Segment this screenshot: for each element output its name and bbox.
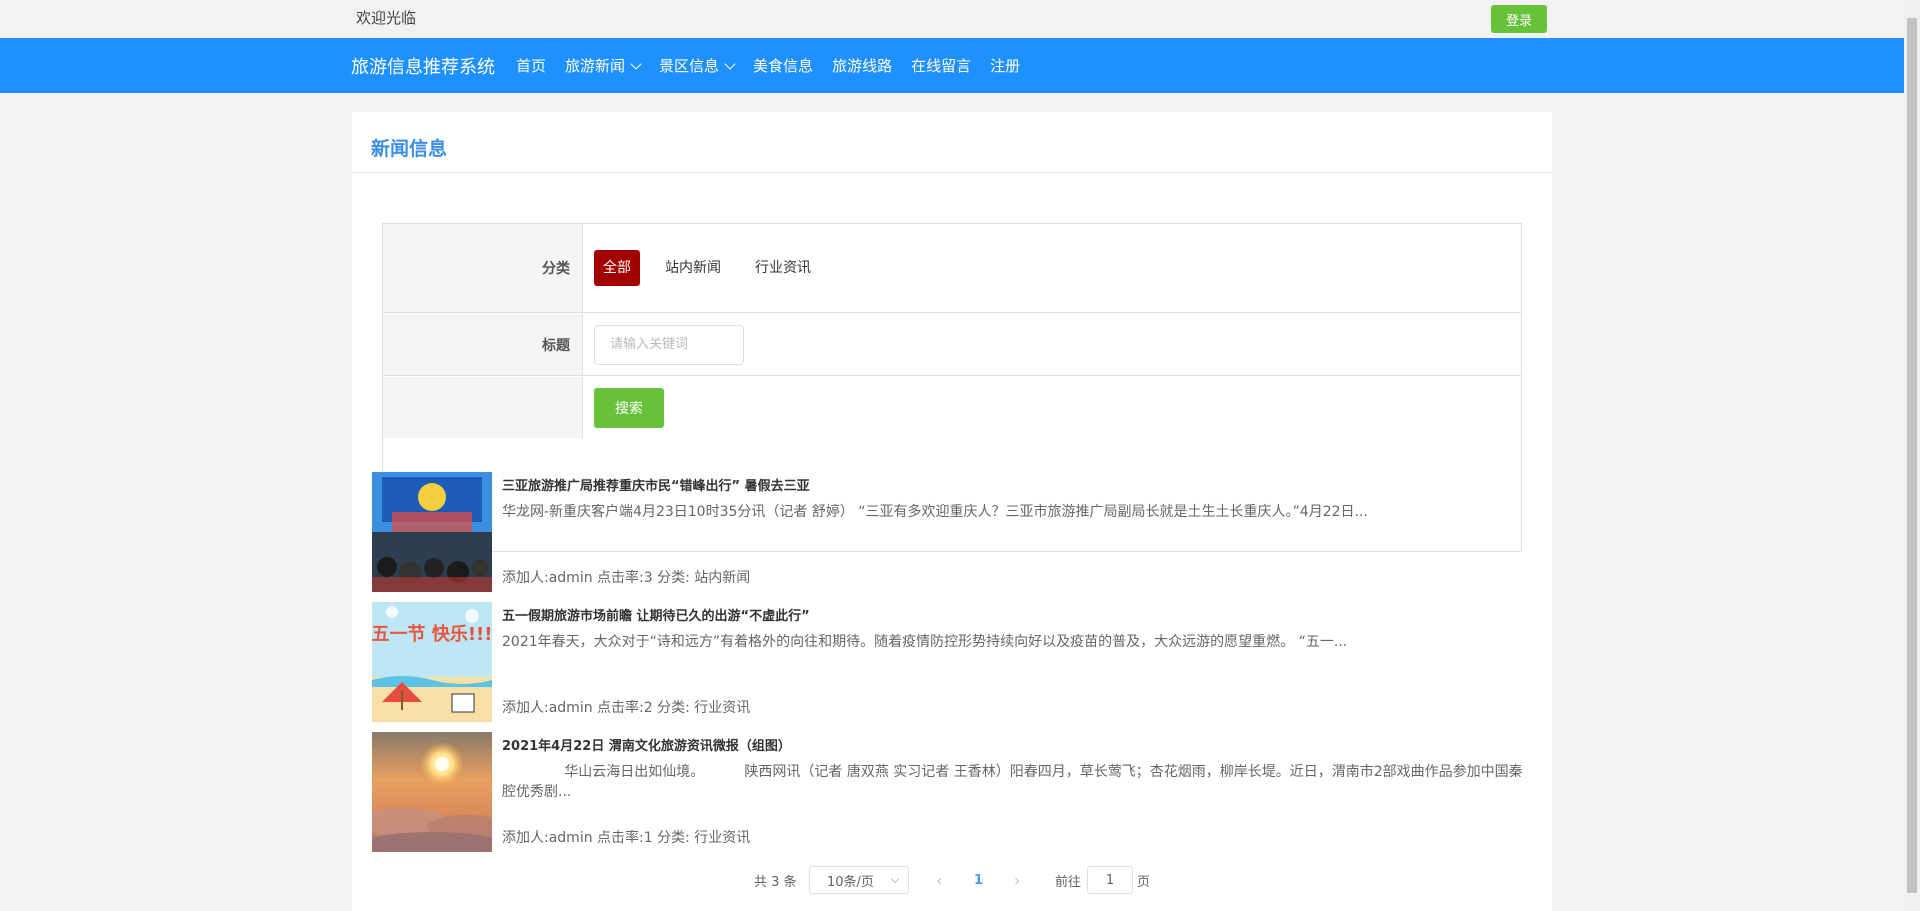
news-meta: 添加人:admin 点击率:3 分类: 站内新闻	[502, 570, 751, 586]
page-title: 新闻信息	[371, 138, 448, 160]
news-thumbnail[interactable]	[372, 732, 492, 852]
nav-item-messages[interactable]: 在线留言	[911, 55, 971, 76]
list-item[interactable]: 2021年4月22日 渭南文化旅游资讯微报（组图） 华山云海日出如仙境。 陕西网…	[372, 732, 1532, 852]
category-all[interactable]: 全部	[594, 250, 640, 286]
news-title[interactable]: 2021年4月22日 渭南文化旅游资讯微报（组图）	[502, 735, 791, 754]
chevron-down-icon	[630, 57, 642, 70]
news-meta: 添加人:admin 点击率:2 分类: 行业资讯	[502, 700, 751, 716]
page-number-current[interactable]: 1	[974, 873, 983, 888]
category-industry-news[interactable]: 行业资讯	[746, 250, 820, 286]
search-button-wrap: 搜索	[584, 377, 664, 438]
top-bar: 欢迎光临 登录	[0, 0, 1904, 38]
main-nav: 旅游信息推荐系统 首页 旅游新闻 景区信息 美食信息 旅游线路 在线留言 注册	[0, 38, 1904, 93]
search-button[interactable]: 搜索	[594, 387, 664, 428]
event-photo-image	[372, 472, 492, 592]
news-summary: 华山云海日出如仙境。 陕西网讯（记者 唐双燕 实习记者 王香林）阳春四月，草长莺…	[502, 764, 1523, 800]
nav-item-label: 注册	[990, 57, 1021, 75]
page-scrollbar[interactable]	[1904, 0, 1920, 911]
nav-item-food[interactable]: 美食信息	[753, 55, 813, 76]
holiday-poster-image: 五一节 快乐!!!	[372, 602, 492, 722]
nav-item-routes[interactable]: 旅游线路	[832, 55, 892, 76]
title-label: 标题	[383, 314, 583, 375]
filter-row-title: 标题	[383, 314, 1521, 376]
page-size-select[interactable]: 10条/页	[809, 866, 909, 894]
nav-item-home[interactable]: 首页	[516, 55, 546, 76]
chevron-down-icon	[890, 874, 900, 884]
news-summary: 2021年春天，大众对于“诗和远方”有着格外的向往和期待。随着疫情防控形势持续向…	[502, 634, 1348, 650]
filter-row-category: 分类 全部 站内新闻 行业资讯	[383, 224, 1521, 313]
news-title[interactable]: 三亚旅游推广局推荐重庆市民“错峰出行” 暑假去三亚	[502, 475, 810, 494]
list-item[interactable]: 三亚旅游推广局推荐重庆市民“错峰出行” 暑假去三亚 华龙网-新重庆客户端4月23…	[372, 472, 1532, 592]
category-label: 分类	[383, 224, 583, 312]
scrollbar-thumb[interactable]	[1907, 18, 1917, 893]
nav-item-label: 美食信息	[753, 57, 814, 75]
page-size-value: 10条/页	[827, 874, 874, 890]
nav-item-register[interactable]: 注册	[990, 55, 1020, 76]
list-item[interactable]: 五一节 快乐!!! 五一假期旅游市场前瞻 让期待已久的出游“不虚此行” 2021…	[372, 602, 1532, 722]
prev-page-icon[interactable]: ‹	[936, 871, 942, 890]
news-meta: 添加人:admin 点击率:1 分类: 行业资讯	[502, 830, 751, 846]
nav-item-label: 在线留言	[911, 57, 972, 75]
brand-title[interactable]: 旅游信息推荐系统	[351, 53, 495, 79]
next-page-icon[interactable]: ›	[1014, 871, 1020, 890]
empty-label	[383, 377, 583, 438]
chevron-down-icon	[724, 57, 736, 70]
keyword-input[interactable]	[594, 324, 744, 365]
goto-page-input[interactable]	[1087, 866, 1133, 894]
page-unit-label: 页	[1137, 874, 1151, 890]
divider	[352, 172, 1552, 173]
nav-item-label: 旅游线路	[832, 57, 893, 75]
nav-item-label: 首页	[516, 57, 547, 75]
poster-text: 五一节 快乐!!!	[372, 623, 492, 645]
goto-label: 前往	[1055, 874, 1082, 890]
news-thumbnail[interactable]	[372, 472, 492, 592]
filter-row-action: 搜索	[383, 377, 1521, 438]
login-button[interactable]: 登录	[1491, 5, 1547, 33]
nav-item-travel-news[interactable]: 旅游新闻	[565, 55, 642, 76]
category-site-news[interactable]: 站内新闻	[656, 250, 730, 286]
news-thumbnail[interactable]: 五一节 快乐!!!	[372, 602, 492, 722]
nav-item-scenic-spots[interactable]: 景区信息	[659, 55, 736, 76]
sunrise-photo-image	[372, 732, 492, 852]
pagination-total: 共 3 条	[754, 874, 797, 890]
news-panel: 新闻信息 分类 全部 站内新闻 行业资讯 标题 搜索	[352, 112, 1552, 911]
welcome-text: 欢迎光临	[356, 9, 417, 27]
news-title[interactable]: 五一假期旅游市场前瞻 让期待已久的出游“不虚此行”	[502, 605, 810, 624]
pagination: 共 3 条 10条/页 ‹ 1 › 前往 页	[352, 864, 1552, 896]
nav-items: 首页 旅游新闻 景区信息 美食信息 旅游线路 在线留言 注册	[516, 38, 1039, 93]
category-options: 全部 站内新闻 行业资讯	[584, 224, 836, 312]
nav-item-label: 景区信息	[659, 57, 720, 75]
nav-item-label: 旅游新闻	[565, 57, 626, 75]
title-input-wrap	[584, 314, 744, 375]
news-summary: 华龙网-新重庆客户端4月23日10时35分讯（记者 舒婷） “三亚有多欢迎重庆人…	[502, 504, 1368, 520]
